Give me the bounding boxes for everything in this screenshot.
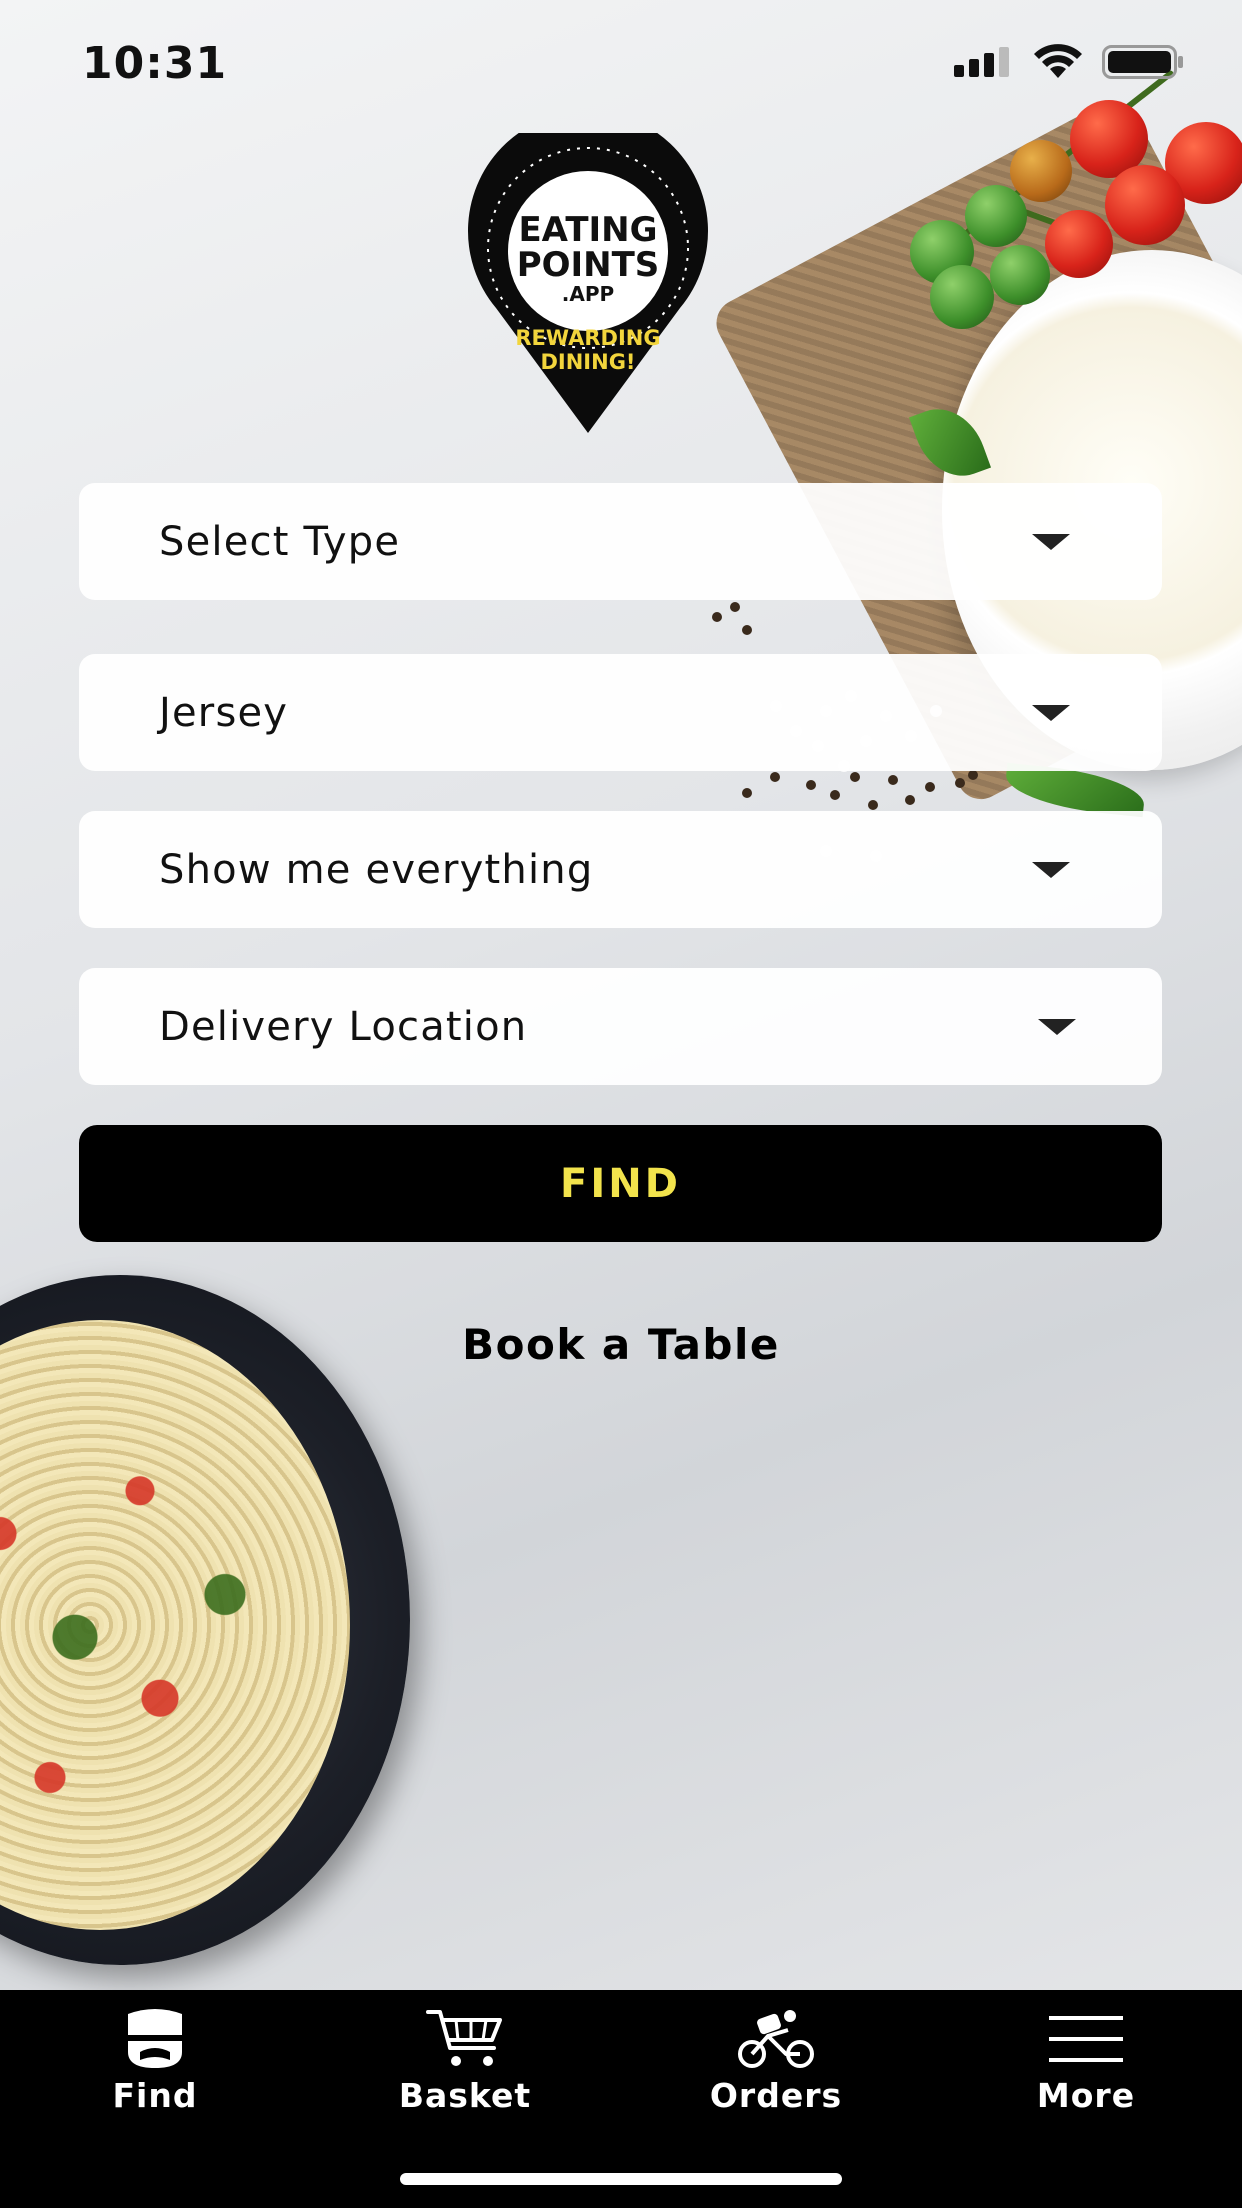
tab-basket-label: Basket [398, 2076, 532, 2115]
status-icons [954, 44, 1184, 80]
chevron-down-icon [1032, 704, 1070, 721]
logo-line1: EATING [518, 210, 657, 250]
book-table-link[interactable]: Book a Table [0, 1320, 1242, 1369]
cart-icon [426, 2010, 502, 2066]
tab-orders-label: Orders [709, 2076, 843, 2115]
area-label: Jersey [159, 689, 289, 736]
find-button[interactable]: FIND [79, 1125, 1162, 1242]
logo-tagline1: REWARDING [515, 326, 660, 350]
battery-icon [1102, 45, 1183, 79]
category-dropdown[interactable]: Show me everything [79, 811, 1162, 928]
logo-line2: POINTS [517, 245, 660, 285]
tab-orders[interactable]: Orders [621, 2008, 931, 2138]
chef-icon [128, 2009, 182, 2068]
select-type-label: Select Type [159, 518, 401, 565]
menu-icon [1049, 2016, 1123, 2062]
chevron-down-icon [1038, 1018, 1076, 1035]
status-time: 10:31 [82, 38, 228, 89]
category-label: Show me everything [159, 846, 594, 893]
tab-basket[interactable]: Basket [310, 2008, 620, 2138]
chevron-down-icon [1032, 533, 1070, 550]
delivery-location-dropdown[interactable]: Delivery Location [79, 968, 1162, 1085]
logo-line3: .APP [562, 282, 614, 306]
tab-find-label: Find [112, 2076, 198, 2115]
app-screen: 10:31 EATING POINTS .APP REWARDING DININ… [0, 0, 1242, 2208]
tab-find[interactable]: Find [0, 2008, 310, 2138]
select-type-dropdown[interactable]: Select Type [79, 483, 1162, 600]
home-indicator[interactable] [400, 2173, 842, 2185]
wifi-icon [1034, 44, 1082, 78]
delivery-location-label: Delivery Location [159, 1003, 528, 1050]
chevron-down-icon [1032, 861, 1070, 878]
cyclist-icon [738, 2010, 814, 2068]
tab-more[interactable]: More [931, 2008, 1241, 2138]
tab-more-label: More [1036, 2076, 1136, 2115]
status-bar: 10:31 [0, 0, 1242, 130]
logo-tagline2: DINING! [540, 350, 635, 374]
cellular-signal-icon [954, 47, 1009, 77]
area-dropdown[interactable]: Jersey [79, 654, 1162, 771]
eating-points-logo: EATING POINTS .APP REWARDING DINING! [458, 110, 718, 438]
